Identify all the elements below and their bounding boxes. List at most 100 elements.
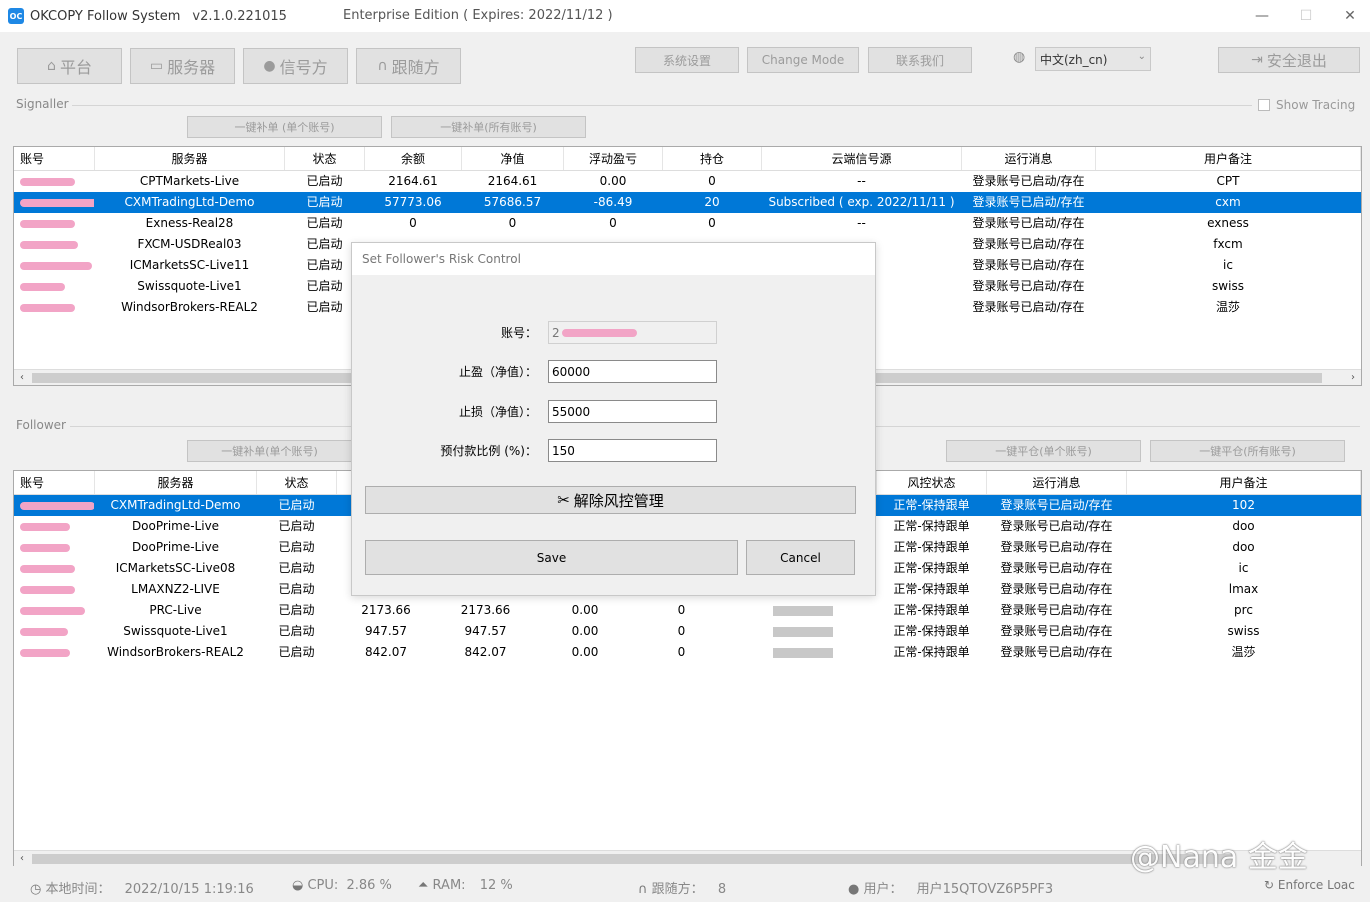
cell-status: 已启动 — [278, 540, 315, 554]
cell-server: WindsorBrokers-REAL2 — [121, 300, 258, 314]
language-select[interactable]: 中文(zh_cn) ⌄ — [1035, 47, 1151, 71]
contact-us-button[interactable]: 联系我们 — [868, 47, 972, 73]
cell-note: lmax — [1228, 582, 1259, 596]
enforce-load-button[interactable]: ↻ Enforce Loac — [1264, 878, 1355, 892]
signaller-group-label: Signaller — [16, 97, 69, 111]
col-user-note[interactable]: 用户备注 — [1127, 471, 1361, 494]
cell-note: cxm — [1215, 195, 1241, 209]
cell-status: 已启动 — [306, 174, 343, 188]
cell-note: doo — [1232, 540, 1255, 554]
dialog-title: Set Follower's Risk Control — [352, 243, 875, 275]
follower-button[interactable]: ∩ 跟随方 — [356, 48, 461, 84]
follower-close-all-button[interactable]: 一键平仓(所有账号) — [1150, 440, 1345, 462]
col-account[interactable]: 账号 — [14, 471, 95, 494]
home-icon: ⌂ — [47, 58, 56, 74]
title-bar: OC OKCOPY Follow System v2.1.0.221015 En… — [0, 0, 1370, 32]
cell-account — [14, 234, 95, 255]
cell-note: doo — [1232, 519, 1255, 533]
cell-balance: 2164.61 — [388, 174, 438, 188]
redaction-mark — [20, 501, 94, 510]
cell-signal-source — [729, 600, 877, 621]
cell-risk-status: 正常-保持跟单 — [893, 498, 970, 512]
cell-balance: 842.07 — [365, 645, 407, 659]
redaction-mark — [20, 585, 75, 594]
table-row[interactable]: WindsorBrokers-REAL2 已启动 842.07 842.07 0.00 0… — [14, 642, 1361, 663]
col-equity[interactable]: 净值 — [462, 147, 564, 170]
follower-fill-single-button[interactable]: 一键补单(单个账号) — [187, 440, 352, 462]
col-server[interactable]: 服务器 — [95, 147, 285, 170]
signaller-fill-single-button[interactable]: 一键补单 (单个账号) — [187, 116, 382, 138]
cell-risk-status: 正常-保持跟单 — [893, 540, 970, 554]
col-status[interactable]: 状态 — [285, 147, 365, 170]
redaction-mark — [772, 647, 833, 658]
cell-positions: 0 — [708, 174, 716, 188]
show-tracing-checkbox[interactable] — [1258, 99, 1270, 111]
table-row[interactable]: Exness-Real28 已启动 0 0 0 0 -- 登录账号已启动/存在 exness — [14, 213, 1361, 234]
maximize-icon[interactable]: ☐ — [1296, 6, 1316, 26]
col-cloud-signal[interactable]: 云端信号源 — [762, 147, 962, 170]
followers-status: ∩ 跟随方： 8 — [638, 882, 727, 897]
remove-risk-control-button[interactable]: ✂ 解除风控管理 — [365, 486, 856, 514]
col-status[interactable]: 状态 — [257, 471, 337, 494]
cell-risk-status: 正常-保持跟单 — [893, 645, 970, 659]
stop-loss-input[interactable] — [548, 400, 717, 423]
col-floating-pnl[interactable]: 浮动盈亏 — [564, 147, 663, 170]
cell-note: fxcm — [1213, 237, 1243, 251]
col-account[interactable]: 账号 — [14, 147, 95, 170]
table-row[interactable]: CPTMarkets-Live 已启动 2164.61 2164.61 0.00 0 -- 登… — [14, 171, 1361, 192]
cell-server: Swissquote-Live1 — [123, 624, 228, 638]
minimize-icon[interactable]: — — [1252, 6, 1272, 26]
table-row[interactable]: PRC-Live 已启动 2173.66 2173.66 0.00 0 正常-保持跟单 登录账… — [14, 600, 1361, 621]
scroll-left-icon[interactable]: ‹ — [14, 370, 30, 386]
main-toolbar: ⌂ 平台 ▭ 服务器 ● 信号方 ∩ 跟随方 系统设置 Change Mode 联系我们… — [0, 40, 1370, 88]
col-run-message[interactable]: 运行消息 — [987, 471, 1127, 494]
scroll-thumb[interactable] — [32, 854, 1232, 864]
show-tracing-toggle[interactable]: Show Tracing — [1258, 98, 1355, 112]
save-button[interactable]: Save — [365, 540, 738, 575]
cell-risk-status: 正常-保持跟单 — [893, 624, 970, 638]
prepay-ratio-input[interactable] — [548, 439, 717, 462]
cancel-button[interactable]: Cancel — [746, 540, 855, 575]
prepay-ratio-row: 预付款比例 (%)： — [352, 439, 717, 462]
scroll-right-icon[interactable]: › — [1345, 370, 1361, 386]
col-risk-status[interactable]: 风控状态 — [877, 471, 987, 494]
cell-pnl: 0.00 — [571, 603, 599, 617]
cell-note: exness — [1207, 216, 1249, 230]
cell-account — [14, 600, 95, 621]
cell-account — [14, 558, 95, 579]
scroll-left-icon[interactable]: ‹ — [14, 851, 30, 867]
cell-server: Swissquote-Live1 — [137, 279, 242, 293]
cell-server: WindsorBrokers-REAL2 — [107, 645, 244, 659]
cell-account — [14, 276, 95, 297]
cell-message: 登录账号已启动/存在 — [1000, 624, 1113, 638]
logout-button[interactable]: ⇥ 安全退出 — [1218, 47, 1360, 73]
cell-server: Exness-Real28 — [145, 216, 234, 230]
user-icon: ● — [848, 882, 860, 897]
app-version: v2.1.0.221015 — [192, 8, 287, 24]
redaction-mark — [772, 605, 833, 616]
cell-status: 已启动 — [278, 561, 315, 575]
servers-button[interactable]: ▭ 服务器 — [130, 48, 235, 84]
signaller-fill-all-button[interactable]: 一键补单(所有账号) — [391, 116, 586, 138]
cell-message: 登录账号已启动/存在 — [972, 300, 1085, 314]
cell-message: 登录账号已启动/存在 — [1000, 519, 1113, 533]
col-run-message[interactable]: 运行消息 — [962, 147, 1096, 170]
col-balance[interactable]: 余额 — [365, 147, 462, 170]
signaller-button[interactable]: ● 信号方 — [243, 48, 348, 84]
col-server[interactable]: 服务器 — [95, 471, 257, 494]
cell-server: CXMTradingLtd-Demo — [110, 498, 241, 512]
redaction-mark — [20, 282, 65, 291]
table-row[interactable]: CXMTradingLtd-Demo 已启动 57773.06 57686.57 -86… — [14, 192, 1361, 213]
take-profit-input[interactable] — [548, 360, 717, 383]
table-row[interactable]: Swissquote-Live1 已启动 947.57 947.57 0.00 0 正常-保… — [14, 621, 1361, 642]
col-positions[interactable]: 持仓 — [663, 147, 762, 170]
cell-pnl: 0.00 — [599, 174, 627, 188]
cell-server: DooPrime-Live — [131, 519, 220, 533]
platform-button[interactable]: ⌂ 平台 — [17, 48, 122, 84]
cell-status: 已启动 — [278, 624, 315, 638]
system-settings-button[interactable]: 系统设置 — [635, 47, 739, 73]
follower-close-single-button[interactable]: 一键平仓(单个账号) — [946, 440, 1141, 462]
col-user-note[interactable]: 用户备注 — [1096, 147, 1361, 170]
close-icon[interactable]: ✕ — [1340, 6, 1360, 26]
change-mode-button[interactable]: Change Mode — [747, 47, 859, 73]
